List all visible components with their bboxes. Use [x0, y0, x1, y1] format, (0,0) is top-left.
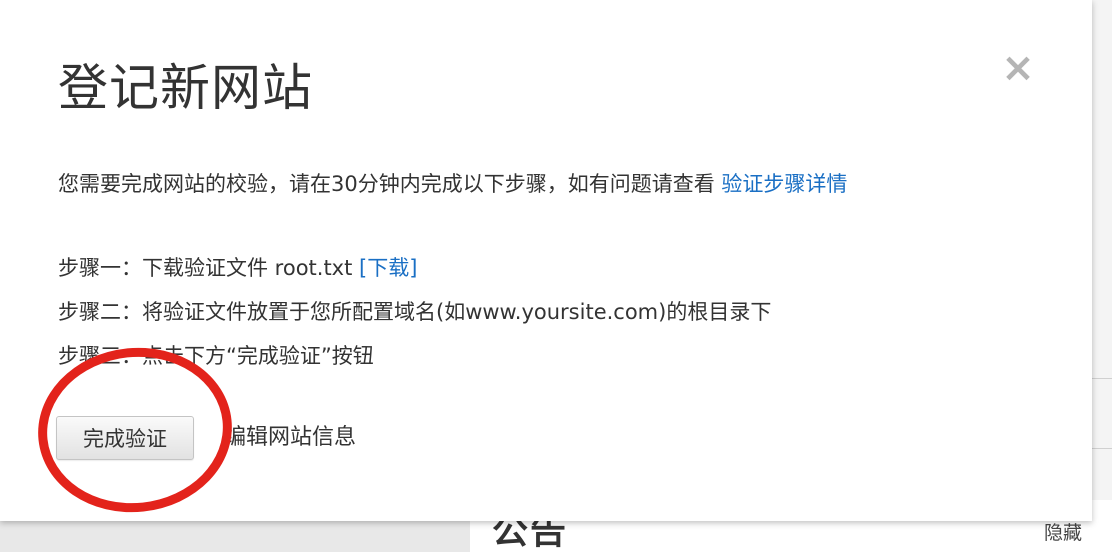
step-prefix: 步骤三： — [58, 344, 142, 368]
finish-verification-button[interactable]: 完成验证 — [56, 416, 194, 460]
step-text: 将验证文件放置于您所配置域名(如www.yoursite.com)的根目录下 — [142, 300, 772, 324]
step-two: 步骤二：将验证文件放置于您所配置域名(如www.yoursite.com)的根目… — [58, 294, 771, 338]
verification-details-link[interactable]: 验证步骤详情 — [721, 172, 847, 196]
background-divider — [1092, 378, 1112, 379]
download-link[interactable]: [下载] — [359, 256, 417, 280]
close-icon[interactable]: × — [1000, 48, 1036, 88]
intro-text: 您需要完成网站的校验，请在30分钟内完成以下步骤，如有问题请查看 验证步骤详情 — [58, 168, 847, 200]
step-text: 下载验证文件 root.txt — [142, 256, 360, 280]
register-site-dialog: × 登记新网站 您需要完成网站的校验，请在30分钟内完成以下步骤，如有问题请查看… — [0, 0, 1092, 522]
edit-site-info-link[interactable]: 编辑网站信息 — [224, 420, 356, 456]
background-page-edge — [1092, 0, 1112, 552]
steps-list: 步骤一：下载验证文件 root.txt [下载] 步骤二：将验证文件放置于您所配… — [58, 250, 771, 382]
step-text: 点击下方“完成验证”按钮 — [142, 344, 374, 368]
intro-sentence: 您需要完成网站的校验，请在30分钟内完成以下步骤，如有问题请查看 — [58, 172, 722, 196]
step-prefix: 步骤二： — [58, 300, 142, 324]
screen: 公告 隐藏 × 登记新网站 您需要完成网站的校验，请在30分钟内完成以下步骤，如… — [0, 0, 1112, 552]
step-prefix: 步骤一： — [58, 256, 142, 280]
step-three: 步骤三：点击下方“完成验证”按钮 — [58, 338, 771, 382]
hide-link[interactable]: 隐藏 — [1044, 518, 1082, 545]
background-divider — [1092, 448, 1112, 449]
dialog-title: 登记新网站 — [58, 59, 313, 117]
step-one: 步骤一：下载验证文件 root.txt [下载] — [58, 250, 771, 294]
